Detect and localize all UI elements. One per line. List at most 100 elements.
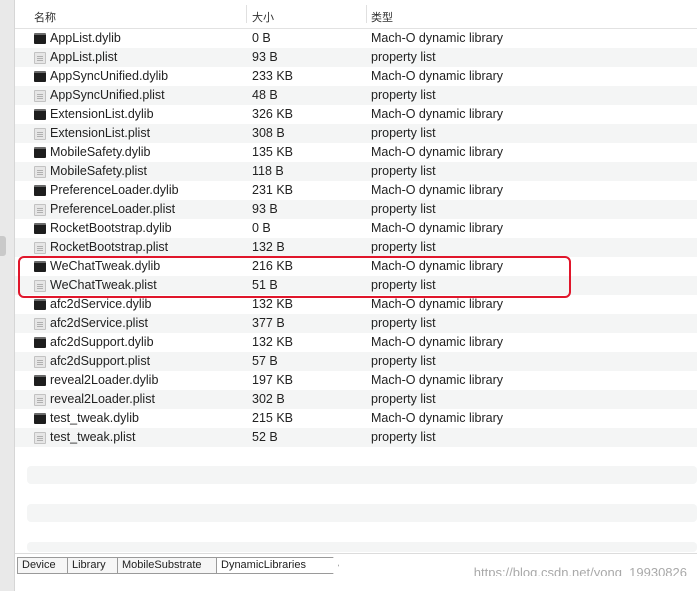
file-row[interactable]: reveal2Loader.dylib 197 KB Mach-O dynamic … [15,371,697,390]
document-file-icon [34,52,46,64]
file-row[interactable]: AppList.dylib 0 B Mach-O dynamic library [15,29,697,48]
file-kind: property list [371,202,436,216]
file-row[interactable]: WeChatTweak.dylib 216 KB Mach-O dynamic li… [15,257,697,276]
file-name: AppList.plist [50,50,118,64]
document-file-icon [34,432,46,444]
file-kind: property list [371,316,436,330]
file-row[interactable]: RocketBootstrap.plist 132 B property list [15,238,697,257]
file-kind: property list [371,126,436,140]
file-kind: Mach-O dynamic library [371,31,503,45]
file-size: 51 B [252,278,278,292]
file-kind: property list [371,354,436,368]
file-name: reveal2Loader.plist [50,392,155,406]
file-row[interactable]: RocketBootstrap.dylib 0 B Mach-O dynamic l… [15,219,697,238]
empty-list-area [15,448,697,552]
path-item-library[interactable]: Library [67,557,123,574]
file-name: afc2dSupport.plist [50,354,151,368]
document-file-icon [34,356,46,368]
file-size: 302 B [252,392,285,406]
executable-file-icon [34,337,46,348]
empty-row [27,542,697,552]
column-divider[interactable] [246,5,247,23]
file-size: 377 B [252,316,285,330]
file-kind: Mach-O dynamic library [371,373,503,387]
column-header-kind[interactable]: 类型 [371,9,393,24]
file-row[interactable]: PreferenceLoader.plist 93 B property list [15,200,697,219]
file-size: 132 B [252,240,285,254]
file-kind: Mach-O dynamic library [371,69,503,83]
column-header-size[interactable]: 大小 [252,9,274,24]
file-kind: Mach-O dynamic library [371,335,503,349]
file-size: 132 KB [252,297,294,311]
file-row[interactable]: ExtensionList.plist 308 B property list [15,124,697,143]
file-row[interactable]: AppList.plist 93 B property list [15,48,697,67]
column-header: 名称 大小 类型 [15,0,697,29]
executable-file-icon [34,375,46,386]
file-name: afc2dSupport.dylib [50,335,154,349]
finder-window: 名称 大小 类型 AppList.dylib 0 B Mach-O dynamic … [0,0,697,591]
file-size: 132 KB [252,335,294,349]
file-name: AppSyncUnified.plist [50,88,165,102]
file-size: 231 KB [252,183,294,197]
file-name: AppSyncUnified.dylib [50,69,169,83]
file-kind: Mach-O dynamic library [371,145,503,159]
executable-file-icon [34,33,46,44]
file-size: 118 B [252,164,284,178]
file-row[interactable]: afc2dSupport.dylib 132 KB Mach-O dynamic l… [15,333,697,352]
file-kind: property list [371,278,436,292]
document-file-icon [34,280,46,292]
executable-file-icon [34,109,46,120]
executable-file-icon [34,223,46,234]
file-size: 0 B [252,31,271,45]
sidebar-resize-handle[interactable] [0,236,6,256]
document-file-icon [34,394,46,406]
file-size: 52 B [252,430,278,444]
file-row[interactable]: AppSyncUnified.plist 48 B property list [15,86,697,105]
file-name: AppList.dylib [50,31,121,45]
file-size: 48 B [252,88,278,102]
file-kind: Mach-O dynamic library [371,259,503,273]
file-row[interactable]: afc2dService.plist 377 B property list [15,314,697,333]
file-kind: property list [371,430,436,444]
document-file-icon [34,204,46,216]
file-name: PreferenceLoader.dylib [50,183,179,197]
file-row[interactable]: afc2dSupport.plist 57 B property list [15,352,697,371]
file-size: 233 KB [252,69,294,83]
file-size: 197 KB [252,373,294,387]
file-kind: Mach-O dynamic library [371,221,503,235]
file-name: MobileSafety.dylib [50,145,151,159]
file-size: 93 B [252,202,278,216]
file-kind: Mach-O dynamic library [371,411,503,425]
bottom-strip [15,576,697,591]
executable-file-icon [34,413,46,424]
file-name: reveal2Loader.dylib [50,373,159,387]
file-kind: Mach-O dynamic library [371,297,503,311]
file-name: ExtensionList.plist [50,126,151,140]
sidebar-edge [0,0,15,591]
file-kind: property list [371,164,436,178]
executable-file-icon [34,299,46,310]
path-item-mobilesubstrate[interactable]: MobileSubstrate [117,557,227,574]
file-row[interactable]: AppSyncUnified.dylib 233 KB Mach-O dynamic… [15,67,697,86]
path-item-dynamiclibraries[interactable]: DynamicLibraries [216,557,339,574]
file-kind: Mach-O dynamic library [371,107,503,121]
file-name: test_tweak.plist [50,430,136,444]
column-header-name[interactable]: 名称 [34,9,56,24]
file-name: WeChatTweak.plist [50,278,157,292]
file-row[interactable]: MobileSafety.plist 118 B property list [15,162,697,181]
column-divider[interactable] [366,5,367,23]
file-row[interactable]: ExtensionList.dylib 326 KB Mach-O dynamic … [15,105,697,124]
file-size: 0 B [252,221,271,235]
executable-file-icon [34,71,46,82]
file-name: PreferenceLoader.plist [50,202,176,216]
file-row[interactable]: test_tweak.dylib 215 KB Mach-O dynamic lib… [15,409,697,428]
file-row[interactable]: WeChatTweak.plist 51 B property list [15,276,697,295]
file-row[interactable]: reveal2Loader.plist 302 B property list [15,390,697,409]
path-item-device[interactable]: Device [17,557,74,574]
file-size: 216 KB [252,259,294,273]
file-row[interactable]: MobileSafety.dylib 135 KB Mach-O dynamic l… [15,143,697,162]
file-row[interactable]: test_tweak.plist 52 B property list [15,428,697,447]
file-row[interactable]: PreferenceLoader.dylib 231 KB Mach-O dynam… [15,181,697,200]
file-row[interactable]: afc2dService.dylib 132 KB Mach-O dynamic l… [15,295,697,314]
file-size: 308 B [252,126,285,140]
